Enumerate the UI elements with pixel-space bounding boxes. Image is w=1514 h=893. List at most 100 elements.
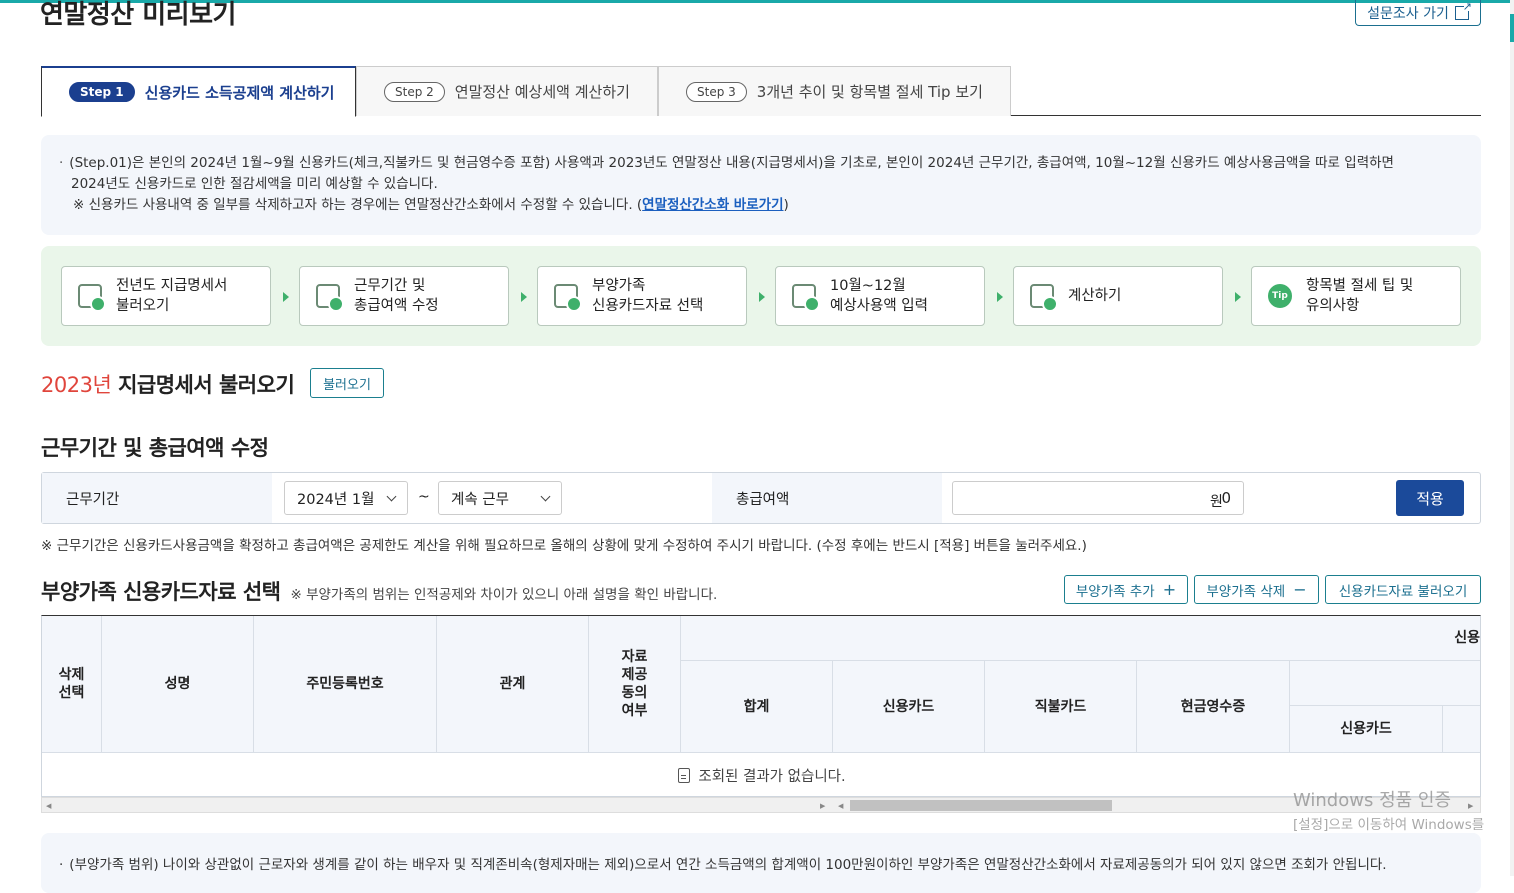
process-step-5[interactable]: 계산하기 [1013, 266, 1223, 326]
step-badge: Step 3 [686, 81, 747, 102]
page-title: 연말정산 미리보기 [40, 0, 236, 30]
plus-icon: + [1162, 580, 1177, 599]
col-sub-next [1443, 706, 1480, 753]
external-link-icon [1454, 0, 1472, 20]
page-scrollbar[interactable] [1510, 0, 1514, 876]
tab-label: 3개년 추이 및 항목별 절세 Tip 보기 [756, 83, 983, 101]
end-month-value: 계속 근무 [451, 491, 509, 508]
survey-button[interactable]: 설문조사 가기 [1355, 0, 1481, 26]
edit-document-icon [316, 284, 344, 312]
chevron-right-icon [1235, 292, 1241, 302]
process-step-6[interactable]: Tip 항목별 절세 팁 및 유의사항 [1251, 266, 1461, 326]
chevron-right-icon [521, 292, 527, 302]
notice-line3: ※ 신용카드 사용내역 중 일부를 삭제하고자 하는 경우에는 연말정산간소화에… [59, 195, 1461, 216]
document-icon [678, 767, 691, 783]
empty-message: 조회된 결과가 없습니다. [698, 768, 846, 785]
apply-button[interactable]: 적용 [1396, 480, 1464, 516]
salary-label: 총급여액 [712, 473, 942, 523]
tab-step1[interactable]: Step 1 신용카드 소득공제액 계산하기 [41, 66, 356, 117]
load-statement-button[interactable]: 불러오기 [310, 368, 384, 398]
button-label: 부양가족 추가 [1075, 583, 1155, 600]
period-salary-form: 근무기간 2024년 1월 ~ 계속 근무 총급여액 0 원 적용 [41, 472, 1481, 524]
survey-button-label: 설문조사 가기 [1367, 5, 1449, 22]
salary-input[interactable]: 0 [952, 481, 1244, 515]
col-credit-card: 신용카드 [833, 661, 985, 753]
checklist-icon [554, 284, 582, 312]
start-month-value: 2024년 1월 [297, 491, 375, 508]
section-title-text: 지급명세서 불러오기 [118, 373, 295, 397]
range-tilde: ~ [418, 489, 430, 505]
section-year: 2023년 [41, 373, 112, 397]
process-steps: 전년도 지급명세서 불러오기 근무기간 및 총급여액 수정 부양가족 신용카드자료 선… [41, 246, 1481, 346]
dependents-note: ※ 부양가족의 범위는 인적공제와 차이가 있으니 아래 설명을 확인 바랍니다… [290, 587, 718, 603]
col-debit-card: 직불카드 [985, 661, 1137, 753]
col-sub-credit-card: 신용카드 [1290, 706, 1443, 753]
notice-line2: 2024년도 신용카드로 인한 절감세액을 미리 예상할 수 있습니다. [71, 176, 438, 192]
empty-result-row: 조회된 결과가 없습니다. [42, 753, 1480, 796]
section-title-period: 근무기간 및 총급여액 수정 [41, 436, 269, 460]
minus-icon: − [1293, 580, 1307, 599]
tab-step2[interactable]: Step 2 연말정산 예상세액 계산하기 [356, 66, 658, 116]
col-cash-receipt: 현금영수증 [1137, 661, 1290, 753]
process-step-label: 근무기간 및 총급여액 수정 [354, 278, 439, 314]
process-step-label: 항목별 절세 팁 및 유의사항 [1306, 278, 1414, 314]
dependents-range-notice: (부양가족 범위) 나이와 상관없이 근로자와 생계를 같이 하는 배우자 및 … [41, 833, 1481, 893]
scroll-left-icon[interactable]: ◀ [838, 802, 843, 810]
notice-line3-close: ) [783, 197, 789, 213]
chevron-down-icon [386, 491, 397, 502]
col-delete-select: 삭제 선택 [42, 616, 102, 753]
process-step-label: 전년도 지급명세서 불러오기 [116, 278, 228, 314]
scroll-right-icon[interactable]: ▶ [820, 802, 825, 810]
chevron-right-icon [759, 292, 765, 302]
monitor-input-icon [792, 284, 820, 312]
info-notice: (Step.01)은 본인의 2024년 1월~9월 신용카드(체크,직불카드 … [41, 135, 1481, 235]
add-dependent-button[interactable]: 부양가족 추가 + [1064, 575, 1188, 604]
period-note: ※ 근무기간은 신용카드사용금액을 확정하고 총급여액은 공제한도 계산을 위해… [41, 538, 1087, 554]
process-step-label: 계산하기 [1068, 288, 1122, 304]
end-month-select[interactable]: 계속 근무 [438, 481, 562, 515]
activation-watermark: Windows 정품 인증 [1293, 790, 1452, 811]
col-relation: 관계 [437, 616, 589, 753]
dependents-table: 삭제 선택 성명 주민등록번호 관계 자료 제공 동의 여부 신용 합계 신용카… [41, 615, 1481, 797]
tab-label: 신용카드 소득공제액 계산하기 [144, 83, 335, 102]
section-title-dependents: 부양가족 신용카드자료 선택 ※ 부양가족의 범위는 인적공제와 차이가 있으니 … [41, 576, 717, 606]
step-tabs: Step 1 신용카드 소득공제액 계산하기 Step 2 연말정산 예상세액 … [41, 66, 1481, 117]
process-step-label: 부양가족 신용카드자료 선택 [592, 278, 704, 314]
scroll-right-icon[interactable]: ▶ [1468, 802, 1473, 810]
chevron-right-icon [997, 292, 1003, 302]
activation-watermark-sub: [설정]으로 이동하여 Windows를 [1293, 817, 1485, 833]
section-title-text: 부양가족 신용카드자료 선택 [41, 580, 281, 604]
col-subgroup [1290, 661, 1480, 706]
tip-icon: Tip [1268, 284, 1292, 308]
currency-unit: 원 [1210, 494, 1223, 510]
notice-line3-text: ※ 신용카드 사용내역 중 일부를 삭제하고자 하는 경우에는 연말정산간소화에… [73, 197, 643, 213]
document-upload-icon [78, 284, 106, 312]
delete-dependent-button[interactable]: 부양가족 삭제 − [1194, 575, 1319, 604]
button-label: 부양가족 삭제 [1206, 583, 1286, 600]
tab-step3[interactable]: Step 3 3개년 추이 및 항목별 절세 Tip 보기 [658, 66, 1011, 116]
col-total: 합계 [681, 661, 833, 753]
process-step-1[interactable]: 전년도 지급명세서 불러오기 [61, 266, 271, 326]
process-step-4[interactable]: 10월~12월 예상사용액 입력 [775, 266, 985, 326]
col-group-credit: 신용 [681, 616, 1480, 661]
section-title-load: 2023년 지급명세서 불러오기 [41, 369, 295, 399]
period-label: 근무기간 [42, 473, 272, 523]
step-badge: Step 1 [69, 82, 135, 102]
table-horizontal-scrollbar[interactable]: ◀ ▶ ◀ ▶ [41, 797, 1481, 813]
process-step-2[interactable]: 근무기간 및 총급여액 수정 [299, 266, 509, 326]
start-month-select[interactable]: 2024년 1월 [284, 481, 408, 515]
scrollbar-thumb[interactable] [850, 800, 1112, 811]
process-step-3[interactable]: 부양가족 신용카드자료 선택 [537, 266, 747, 326]
tab-label: 연말정산 예상세액 계산하기 [454, 83, 630, 101]
col-consent: 자료 제공 동의 여부 [589, 616, 681, 753]
step-badge: Step 2 [384, 81, 445, 102]
calculator-icon [1030, 284, 1058, 312]
scroll-left-icon[interactable]: ◀ [46, 802, 51, 810]
process-step-label: 10월~12월 예상사용액 입력 [830, 278, 928, 314]
notice-line1: (Step.01)은 본인의 2024년 1월~9월 신용카드(체크,직불카드 … [59, 153, 1461, 174]
col-name: 성명 [102, 616, 254, 753]
chevron-down-icon [540, 491, 551, 502]
chevron-right-icon [283, 292, 289, 302]
load-card-data-button[interactable]: 신용카드자료 불러오기 [1325, 575, 1481, 604]
simplified-service-link[interactable]: 연말정산간소화 바로가기 [642, 197, 783, 213]
